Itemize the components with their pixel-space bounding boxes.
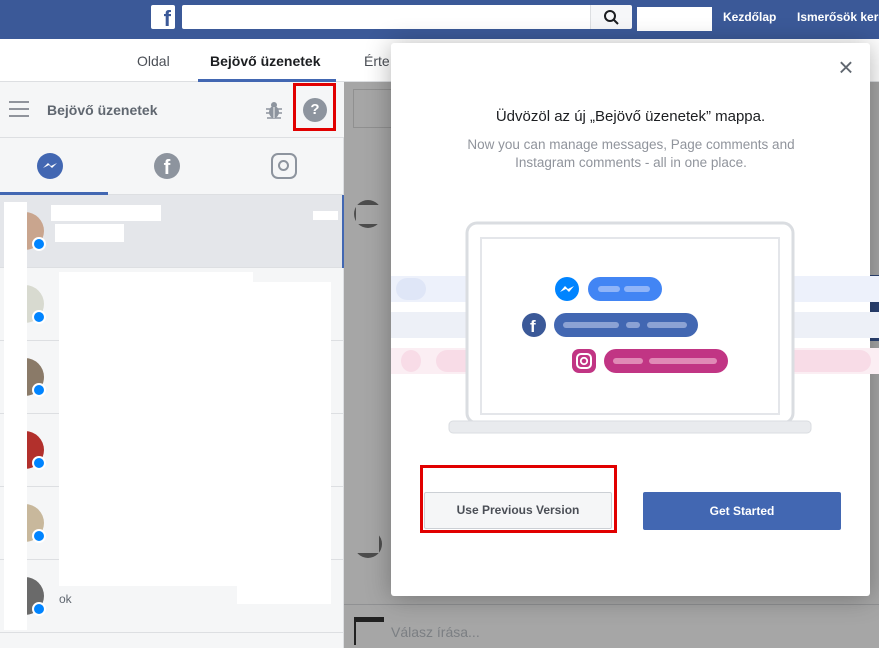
message-preview: ok xyxy=(59,592,72,606)
messenger-icon xyxy=(32,456,46,470)
search-icon xyxy=(604,10,619,25)
profile-link[interactable] xyxy=(637,7,712,31)
redaction-block xyxy=(51,205,161,221)
dialog-title: Üdvözöl az új „Bejövő üzenetek” mappa. xyxy=(495,108,766,125)
search-button[interactable] xyxy=(590,5,632,29)
inbox-title: Bejövő üzenetek xyxy=(47,102,158,118)
question-icon[interactable]: ? xyxy=(303,98,327,122)
close-icon[interactable]: × xyxy=(836,54,856,80)
inbox-illustration: f xyxy=(391,221,879,434)
messenger-icon xyxy=(32,310,46,324)
tab-page[interactable]: Oldal xyxy=(137,53,170,69)
messenger-icon xyxy=(32,529,46,543)
messenger-icon xyxy=(32,383,46,397)
instagram-icon[interactable] xyxy=(271,153,297,179)
redaction-block xyxy=(237,282,331,604)
facebook-logo-icon[interactable]: f xyxy=(151,5,175,31)
redaction-block xyxy=(313,211,338,220)
tab-inbox[interactable]: Bejövő üzenetek xyxy=(210,53,320,69)
get-started-button[interactable]: Get Started xyxy=(643,492,841,530)
svg-text:f: f xyxy=(530,317,536,336)
messenger-icon xyxy=(32,602,46,616)
search-input[interactable] xyxy=(182,5,594,29)
dialog-subtitle: Now you can manage messages, Page commen… xyxy=(467,137,795,170)
bug-icon[interactable] xyxy=(262,98,286,122)
hamburger-icon[interactable] xyxy=(9,101,29,117)
redaction-block xyxy=(59,272,253,586)
nav-friends-link[interactable]: Ismerősök kere xyxy=(797,10,879,24)
button-highlight-box xyxy=(420,465,617,533)
redaction-block xyxy=(4,202,27,630)
redaction-block xyxy=(55,224,124,242)
messenger-icon[interactable] xyxy=(37,153,63,179)
facebook-icon[interactable]: f xyxy=(154,153,180,179)
nav-home-link[interactable]: Kezdőlap xyxy=(723,10,776,24)
tab-notifications[interactable]: Érte xyxy=(364,53,390,69)
messenger-icon xyxy=(32,237,46,251)
